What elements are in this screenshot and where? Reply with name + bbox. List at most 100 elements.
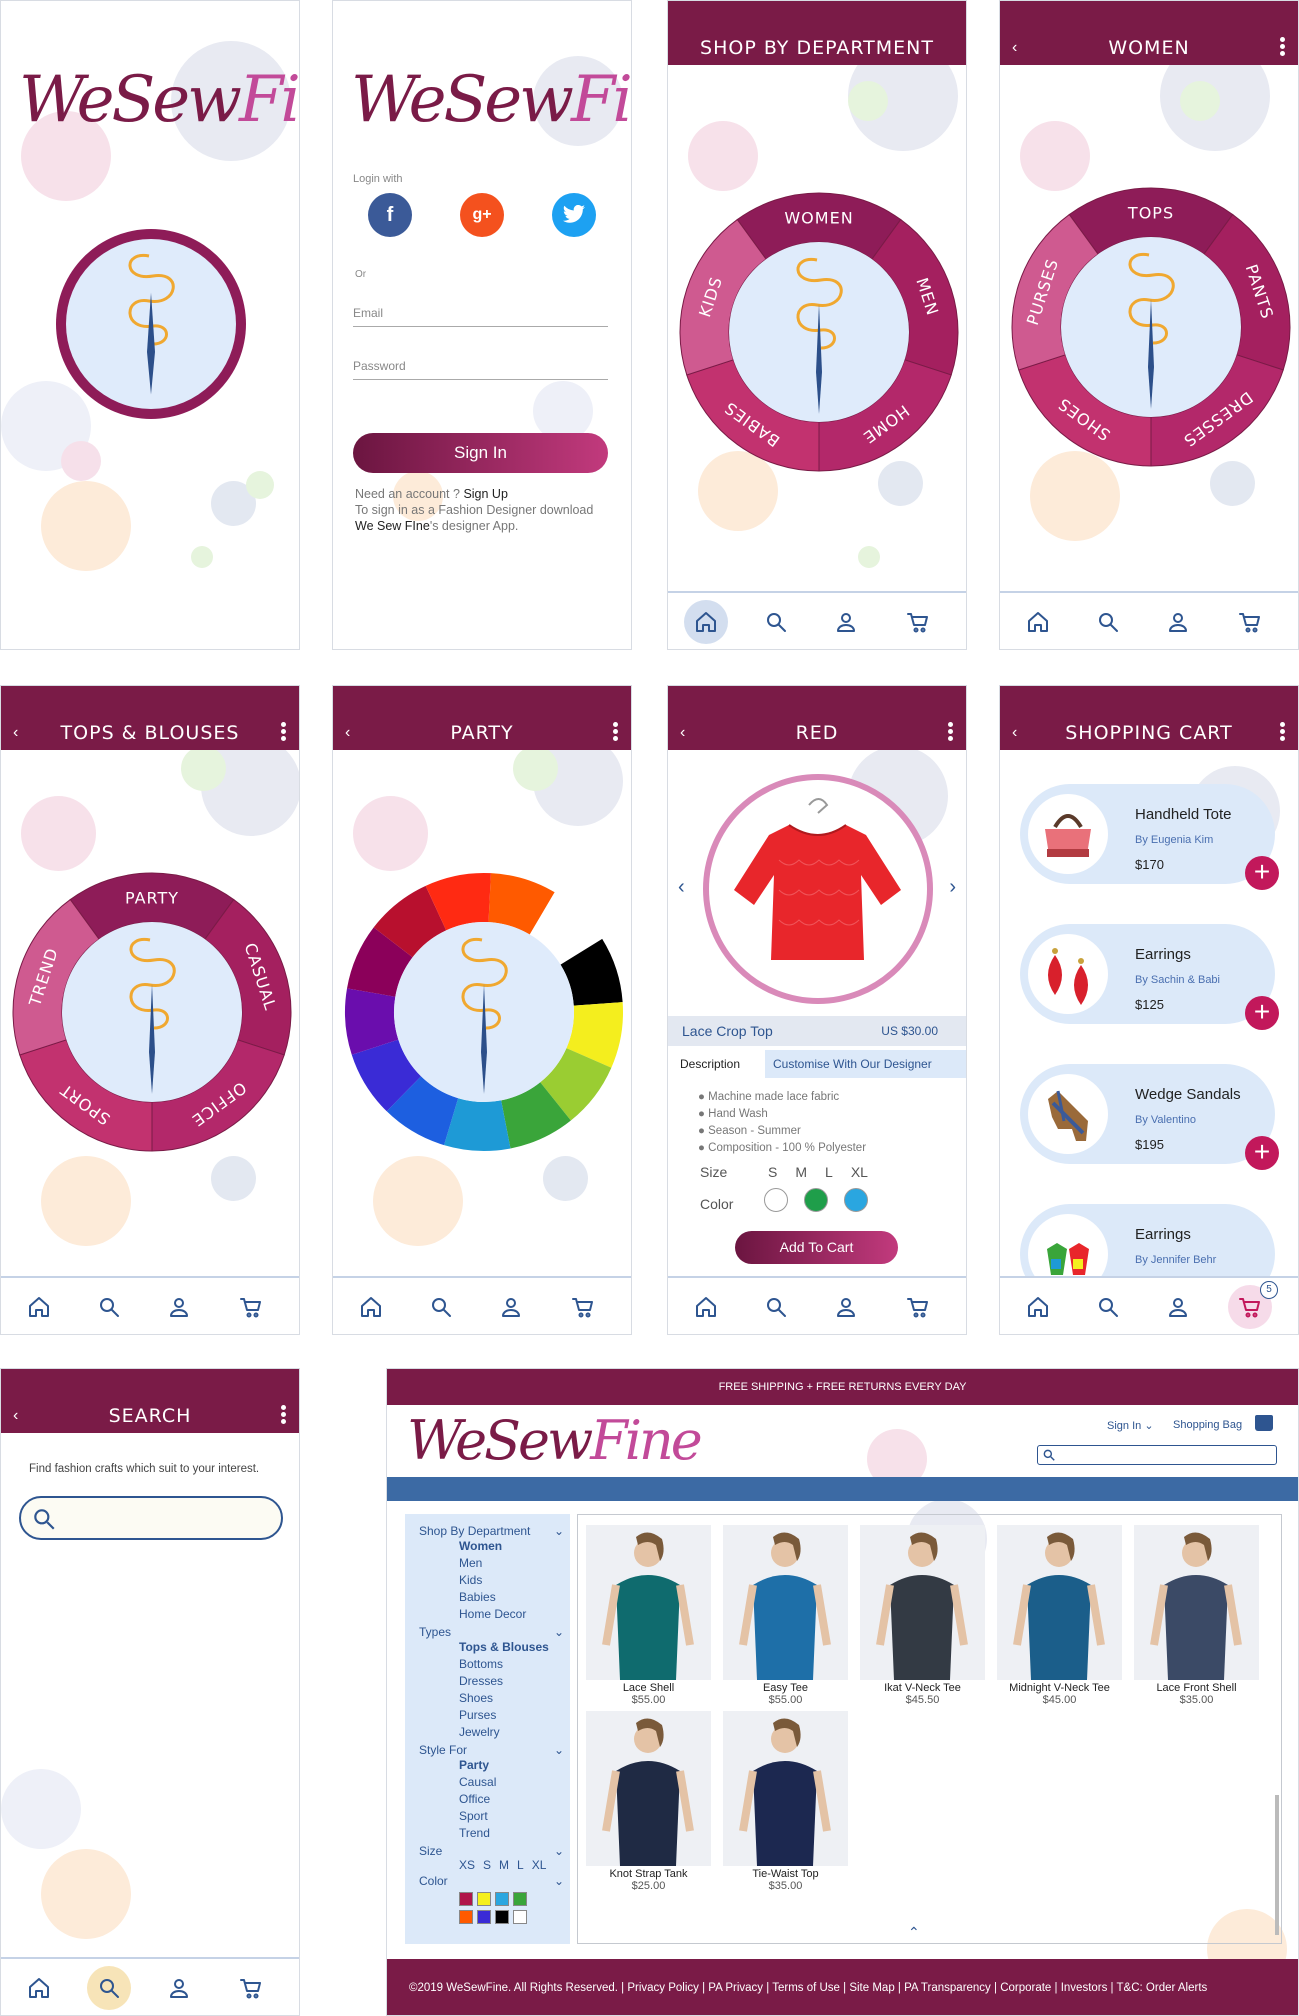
product-card[interactable]: Ikat V-Neck Tee $45.50 (860, 1525, 985, 1706)
site-search-input[interactable] (1037, 1445, 1277, 1465)
nav-search[interactable] (1086, 1285, 1130, 1329)
filter-option[interactable]: Tops & Blouses (459, 1639, 564, 1656)
add-to-cart-button[interactable]: Add To Cart (735, 1231, 898, 1264)
cart-item[interactable]: Earrings By Sachin & Babi $125 + (1020, 924, 1279, 1030)
filter-option[interactable]: Women (459, 1538, 564, 1555)
more-options-icon[interactable] (1280, 37, 1286, 57)
size-option[interactable]: L (825, 1164, 833, 1180)
shopping-bag-link[interactable]: Shopping Bag (1173, 1419, 1242, 1431)
filter-option[interactable]: Kids (459, 1572, 564, 1589)
sign-up-link[interactable]: Sign Up (463, 487, 507, 501)
filter-group-size[interactable]: Size ⌄ (419, 1844, 564, 1858)
google-plus-icon[interactable]: g+ (460, 193, 504, 237)
nav-cart[interactable] (896, 1285, 940, 1329)
nav-account[interactable] (157, 1966, 201, 2010)
color-filter-swatch[interactable] (477, 1892, 491, 1906)
nav-home[interactable] (684, 600, 728, 644)
filter-option[interactable]: Causal (459, 1774, 564, 1791)
size-option[interactable]: XL (851, 1164, 868, 1180)
next-image-arrow-icon[interactable]: › (949, 876, 956, 899)
nav-account[interactable] (824, 600, 868, 644)
nav-cart[interactable] (896, 600, 940, 644)
filter-option[interactable]: Office (459, 1791, 564, 1808)
tab-customise[interactable]: Customise With Our Designer (765, 1050, 966, 1078)
product-card[interactable]: Tie-Waist Top $35.00 (723, 1711, 848, 1892)
filter-option[interactable]: Sport (459, 1808, 564, 1825)
filter-group-color[interactable]: Color ⌄ (419, 1874, 564, 1888)
nav-account[interactable] (1156, 600, 1200, 644)
nav-search[interactable] (1086, 600, 1130, 644)
product-card[interactable]: Lace Shell $55.00 (586, 1525, 711, 1706)
email-field[interactable]: Email (353, 306, 608, 327)
nav-home[interactable] (1016, 1285, 1060, 1329)
size-filter-option[interactable]: XL (532, 1858, 547, 1872)
sign-in-button[interactable]: Sign In (353, 433, 608, 473)
more-options-icon[interactable] (281, 1405, 287, 1425)
more-options-icon[interactable] (281, 722, 287, 742)
filter-option[interactable]: Home Decor (459, 1606, 564, 1623)
size-filter-option[interactable]: M (499, 1858, 509, 1872)
prev-image-arrow-icon[interactable]: ‹ (678, 876, 685, 899)
nav-home[interactable] (1016, 600, 1060, 644)
nav-search[interactable] (754, 1285, 798, 1329)
nav-home[interactable] (349, 1285, 393, 1329)
filter-group-style[interactable]: Style For ⌄ (419, 1743, 564, 1757)
nav-home[interactable] (684, 1285, 728, 1329)
nav-cart[interactable] (561, 1285, 605, 1329)
color-filter-swatch[interactable] (513, 1910, 527, 1924)
more-options-icon[interactable] (613, 722, 619, 742)
facebook-icon[interactable]: f (368, 193, 412, 237)
filter-group-types[interactable]: Types ⌄ (419, 1625, 564, 1639)
nav-home[interactable] (17, 1285, 61, 1329)
size-option[interactable]: M (795, 1164, 807, 1180)
scrollbar[interactable] (1275, 1795, 1279, 1935)
nav-search[interactable] (754, 600, 798, 644)
cart-item[interactable]: Wedge Sandals By Valentino $195 + (1020, 1064, 1279, 1170)
more-options-icon[interactable] (1280, 722, 1286, 742)
filter-option[interactable]: Trend (459, 1825, 564, 1842)
filter-group-department[interactable]: Shop By Department ⌄ (419, 1524, 564, 1538)
nav-account[interactable] (824, 1285, 868, 1329)
add-quantity-button[interactable]: + (1245, 856, 1279, 890)
sign-in-link[interactable]: Sign In ⌄ (1107, 1419, 1154, 1432)
nav-cart[interactable]: 5 (1228, 1281, 1278, 1329)
color-swatch[interactable] (804, 1188, 828, 1212)
color-filter-swatch[interactable] (459, 1910, 473, 1924)
scroll-up-icon[interactable]: ⌃ (908, 1924, 920, 1941)
add-quantity-button[interactable]: + (1245, 1136, 1279, 1170)
search-input[interactable] (19, 1496, 283, 1540)
filter-option[interactable]: Bottoms (459, 1656, 564, 1673)
shopping-bag-icon[interactable] (1255, 1415, 1273, 1431)
product-card[interactable]: Easy Tee $55.00 (723, 1525, 848, 1706)
nav-search[interactable] (419, 1285, 463, 1329)
password-field[interactable]: Password (353, 359, 608, 380)
color-filter-swatch[interactable] (495, 1892, 509, 1906)
size-filter-option[interactable]: L (517, 1858, 524, 1872)
add-quantity-button[interactable]: + (1245, 996, 1279, 1030)
nav-cart[interactable] (229, 1966, 273, 2010)
twitter-icon[interactable] (552, 193, 596, 237)
nav-search[interactable] (87, 1285, 131, 1329)
tab-description[interactable]: Description (680, 1057, 740, 1071)
size-filter-option[interactable]: S (483, 1858, 491, 1872)
filter-option[interactable]: Party (459, 1757, 564, 1774)
nav-cart[interactable] (1228, 600, 1272, 644)
nav-account[interactable] (1156, 1285, 1200, 1329)
color-swatch[interactable] (764, 1188, 788, 1212)
product-card[interactable]: Knot Strap Tank $25.00 (586, 1711, 711, 1892)
color-filter-swatch[interactable] (513, 1892, 527, 1906)
nav-account[interactable] (489, 1285, 533, 1329)
size-option[interactable]: S (768, 1164, 777, 1180)
nav-account[interactable] (157, 1285, 201, 1329)
color-filter-swatch[interactable] (477, 1910, 491, 1924)
color-filter-swatch[interactable] (495, 1910, 509, 1924)
filter-option[interactable]: Men (459, 1555, 564, 1572)
nav-search[interactable] (87, 1966, 131, 2010)
nav-cart[interactable] (229, 1285, 273, 1329)
filter-option[interactable]: Babies (459, 1589, 564, 1606)
filter-option[interactable]: Purses (459, 1707, 564, 1724)
color-swatch[interactable] (844, 1188, 868, 1212)
filter-option[interactable]: Dresses (459, 1673, 564, 1690)
size-filter-option[interactable]: XS (459, 1858, 475, 1872)
more-options-icon[interactable] (948, 722, 954, 742)
